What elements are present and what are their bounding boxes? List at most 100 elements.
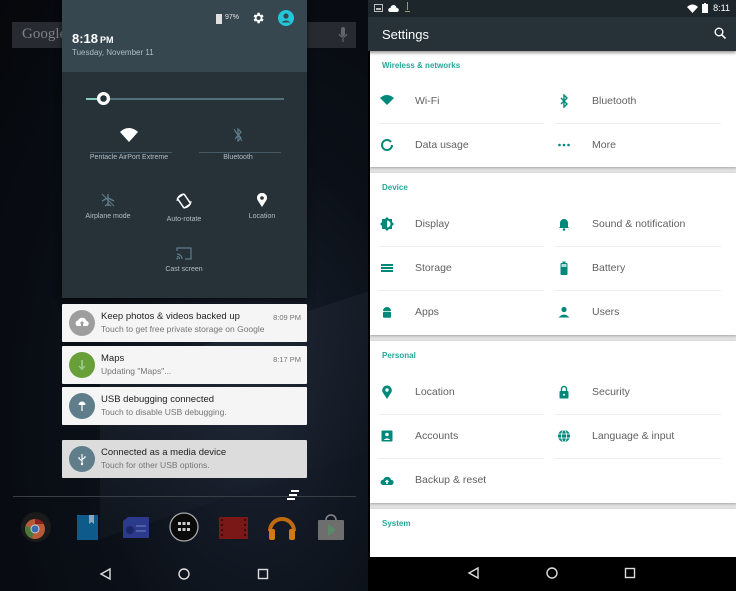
- notification-media-device[interactable]: Connected as a media device Touch for ot…: [62, 440, 307, 478]
- settings-item-bluetooth[interactable]: Bluetooth: [547, 80, 721, 124]
- location-icon: [257, 193, 267, 207]
- section-device: Device Display Sound & notification Stor…: [370, 173, 736, 335]
- navigation-bar: [0, 558, 368, 591]
- navigation-bar: [368, 557, 736, 591]
- back-icon[interactable]: [99, 567, 113, 581]
- tile-bluetooth[interactable]: Bluetooth: [188, 128, 288, 161]
- settings-item-users[interactable]: Users: [547, 291, 713, 335]
- settings-item-battery[interactable]: Battery: [547, 247, 721, 291]
- play-books-icon[interactable]: [72, 511, 104, 543]
- settings-item-data-usage[interactable]: Data usage: [370, 124, 536, 168]
- settings-item-sound[interactable]: Sound & notification: [547, 203, 721, 247]
- section-personal: Personal Location Security Accounts Lang…: [370, 341, 736, 503]
- google-logo: Google: [22, 26, 67, 42]
- wifi-icon: [687, 4, 698, 13]
- usb-debug-icon: [405, 2, 410, 12]
- quick-settings-header: 97% 8:18 PM Tuesday, November 11: [62, 0, 307, 72]
- battery-icon: [560, 261, 568, 275]
- settings-item-accounts[interactable]: Accounts: [370, 415, 544, 459]
- battery-icon: [702, 3, 708, 13]
- storage-icon: [381, 264, 393, 272]
- settings-item-wifi[interactable]: Wi-Fi: [370, 80, 544, 124]
- play-store-icon[interactable]: [315, 511, 347, 543]
- cloud-upload-icon: [69, 310, 95, 336]
- clock: 8:18 PM: [72, 31, 114, 46]
- date: Tuesday, November 11: [72, 48, 154, 57]
- gear-icon[interactable]: [251, 11, 265, 25]
- section-header: Personal: [382, 351, 416, 360]
- section-header: Device: [382, 183, 408, 192]
- bluetooth-icon: [560, 94, 568, 108]
- brightness-slider[interactable]: [86, 98, 284, 100]
- recents-icon[interactable]: [623, 566, 637, 580]
- auto-rotate-icon: [176, 193, 192, 209]
- dismiss-all-icon[interactable]: [286, 490, 300, 502]
- more-icon: [558, 143, 570, 147]
- play-music-icon[interactable]: [266, 511, 298, 543]
- search-icon[interactable]: [714, 27, 726, 39]
- tile-airplane-mode[interactable]: Airplane mode: [76, 193, 140, 220]
- settings-item-storage[interactable]: Storage: [370, 247, 544, 291]
- status-time: 8:11: [713, 3, 730, 13]
- section-wireless: Wireless & networks Wi-Fi Bluetooth Data…: [370, 51, 736, 167]
- battery-percent: 97%: [225, 14, 240, 21]
- back-icon[interactable]: [467, 566, 481, 580]
- android-debug-icon: [69, 393, 95, 419]
- status-bar: 8:11: [368, 0, 736, 17]
- tile-wifi[interactable]: Pentacle AirPort Extreme: [76, 128, 182, 161]
- notification-maps[interactable]: Maps Updating "Maps"... 8:17 PM: [62, 346, 307, 384]
- section-system: System: [370, 509, 736, 557]
- cast-icon: [176, 247, 192, 260]
- location-icon: [382, 385, 392, 399]
- quick-settings-panel: 97% 8:18 PM Tuesday, November 11 Pentacle…: [62, 0, 307, 298]
- section-header: System: [382, 519, 411, 528]
- tile-divider: [199, 152, 281, 153]
- settings-item-location[interactable]: Location: [370, 371, 544, 415]
- battery-icon: [216, 14, 222, 24]
- bluetooth-off-icon: [233, 128, 243, 142]
- app-drawer-icon[interactable]: [168, 511, 200, 543]
- tile-location[interactable]: Location: [230, 193, 294, 220]
- dock-divider: [13, 496, 356, 497]
- brightness-icon[interactable]: [96, 91, 111, 106]
- settings-item-display[interactable]: Display: [370, 203, 544, 247]
- settings-item-security[interactable]: Security: [547, 371, 721, 415]
- settings-list[interactable]: Wireless & networks Wi-Fi Bluetooth Data…: [370, 51, 736, 557]
- chrome-icon[interactable]: [20, 511, 52, 543]
- user-avatar-icon[interactable]: [278, 10, 294, 26]
- newsstand-icon[interactable]: [120, 511, 152, 543]
- globe-icon: [558, 429, 570, 443]
- settings-item-more[interactable]: More: [547, 124, 713, 168]
- user-icon: [558, 306, 570, 318]
- usb-icon: [69, 446, 95, 472]
- cloud-upload-icon: [388, 5, 399, 12]
- notification-screen: Google 97% 8:18 PM Tuesday, November 11 P…: [0, 0, 368, 591]
- section-header: Wireless & networks: [382, 61, 461, 70]
- play-movies-icon[interactable]: [217, 511, 249, 543]
- account-icon: [381, 430, 393, 442]
- home-icon[interactable]: [545, 566, 559, 580]
- android-icon: [383, 307, 391, 318]
- cloud-upload-icon: [380, 476, 394, 485]
- settings-screen: 8:11 Settings Wireless & networks Wi-Fi …: [368, 0, 736, 591]
- tile-divider: [90, 152, 172, 153]
- home-icon[interactable]: [177, 567, 191, 581]
- page-title: Settings: [382, 27, 429, 42]
- settings-item-language[interactable]: Language & input: [547, 415, 721, 459]
- mic-icon[interactable]: [338, 27, 348, 43]
- display-icon: [380, 217, 394, 231]
- settings-item-apps[interactable]: Apps: [370, 291, 536, 335]
- bell-icon: [559, 219, 569, 231]
- wifi-icon: [120, 128, 138, 142]
- notification-usb-debugging[interactable]: USB debugging connected Touch to disable…: [62, 387, 307, 425]
- wifi-icon: [380, 95, 394, 105]
- app-bar: Settings: [368, 17, 736, 51]
- lock-icon: [559, 385, 569, 399]
- tile-auto-rotate[interactable]: Auto-rotate: [152, 192, 216, 223]
- screenshot-icon: [374, 4, 383, 12]
- recents-icon[interactable]: [256, 567, 270, 581]
- settings-item-backup[interactable]: Backup & reset: [370, 459, 536, 503]
- data-usage-icon: [381, 139, 393, 151]
- notification-backup[interactable]: Keep photos & videos backed up Touch to …: [62, 304, 307, 342]
- tile-cast-screen[interactable]: Cast screen: [152, 247, 216, 273]
